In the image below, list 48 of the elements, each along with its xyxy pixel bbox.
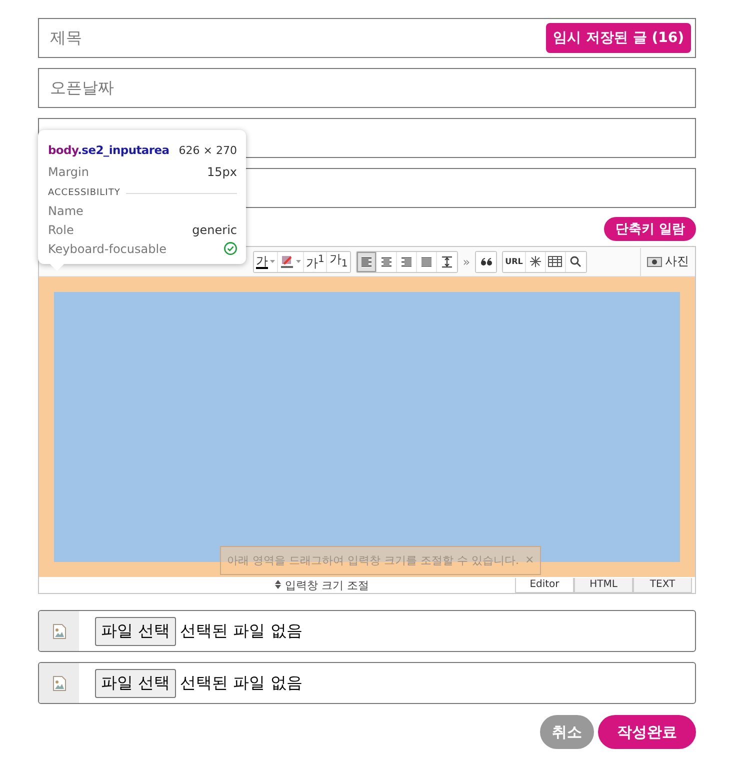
choose-file-button[interactable]: 파일 선택: [95, 668, 176, 698]
caret-icon: [296, 260, 301, 264]
submit-button[interactable]: 작성완료: [598, 715, 696, 749]
resize-hint: 아래 영역을 드래그하여 입력창 크기를 조절할 수 있습니다. ×: [220, 546, 542, 576]
image-icon: [52, 624, 66, 638]
drafts-button[interactable]: 임시 저장된 글 (16): [546, 23, 691, 53]
choose-file-button[interactable]: 파일 선택: [95, 616, 176, 646]
format-button[interactable]: 가$_{1}$: [327, 252, 350, 272]
check-icon: [224, 242, 237, 255]
format-button[interactable]: 가$^{1}$: [304, 252, 328, 272]
property-label: Role: [48, 222, 74, 236]
align-left-button[interactable]: [356, 252, 377, 272]
align-center-icon: [380, 256, 392, 267]
text-field[interactable]: 오픈날짜: [38, 68, 696, 108]
property-label: Keyboard-focusable: [48, 242, 166, 256]
element-selector: body.se2_inputarea: [48, 143, 170, 157]
file-status: 선택된 파일 없음: [180, 620, 302, 642]
property-value: generic: [192, 222, 237, 236]
align-right-icon: [400, 256, 412, 267]
mode-tab[interactable]: TEXT: [633, 578, 692, 593]
align-left-icon: [360, 256, 372, 267]
property-value: 15px: [207, 164, 237, 178]
format-button[interactable]: URL: [503, 252, 526, 272]
line-height-icon: [440, 256, 453, 268]
asterisk-icon: [530, 256, 541, 268]
text-field[interactable]: 제목 임시 저장된 글 (16): [38, 18, 696, 58]
mode-tab[interactable]: HTML: [574, 578, 633, 593]
resize-icon: [275, 580, 281, 589]
highlighter-icon: [280, 254, 294, 269]
shortcuts-button[interactable]: 단축키 일람: [604, 217, 696, 241]
mode-tab[interactable]: Editor: [515, 578, 574, 593]
caret-icon: [270, 260, 275, 264]
format-button[interactable]: 가: [254, 252, 278, 272]
section-heading: ACCESSIBILITY: [48, 188, 120, 198]
table-icon: [548, 256, 562, 268]
table-button[interactable]: [546, 252, 566, 272]
resize-handle[interactable]: 입력창 크기 조절: [39, 578, 515, 593]
property-label: Name: [48, 204, 84, 218]
property-label: Margin: [48, 164, 89, 178]
file-status: 선택된 파일 없음: [180, 672, 302, 694]
highlight-button[interactable]: [278, 252, 304, 272]
more-button[interactable]: »: [462, 254, 470, 269]
image-icon: [52, 676, 66, 690]
element-size: 626 × 270: [178, 144, 237, 156]
search-icon: [570, 256, 582, 268]
justify-icon: [420, 256, 432, 267]
camera-icon: [647, 256, 662, 268]
quote-icon: [480, 258, 492, 266]
